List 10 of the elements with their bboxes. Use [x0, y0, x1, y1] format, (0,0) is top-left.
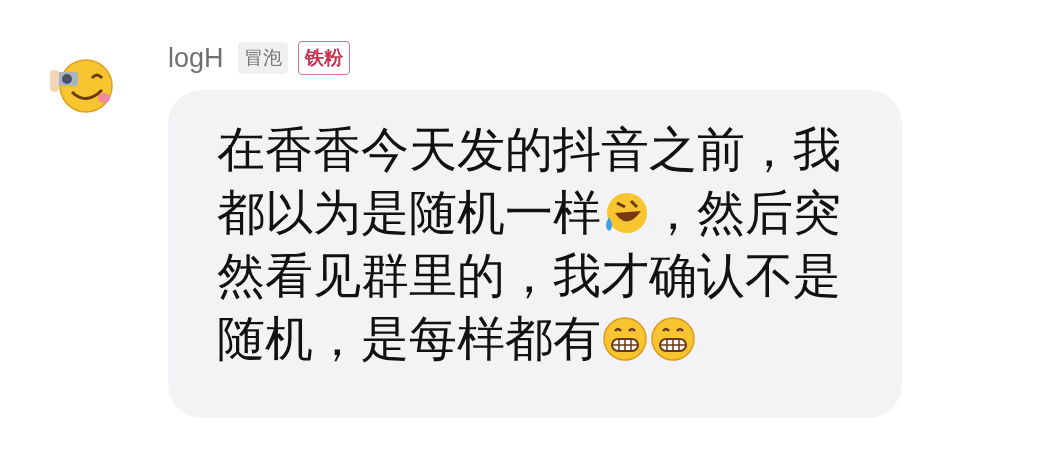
username[interactable]: logH — [168, 42, 224, 74]
message-text: 都以为是随机一样 — [217, 183, 601, 242]
message-text: 随机，是每样都有 — [217, 309, 601, 368]
message-text: 然看见群里的，我才确认不是 — [217, 246, 841, 305]
level-tag: 冒泡 — [237, 42, 288, 74]
message-text: 在香香今天发的抖音之前，我 — [217, 120, 841, 179]
message-text: ，然后突 — [649, 183, 841, 242]
grinning-emoji-icon — [649, 314, 697, 363]
grinning-emoji-icon — [601, 314, 649, 363]
fan-tag: 铁粉 — [297, 41, 350, 75]
